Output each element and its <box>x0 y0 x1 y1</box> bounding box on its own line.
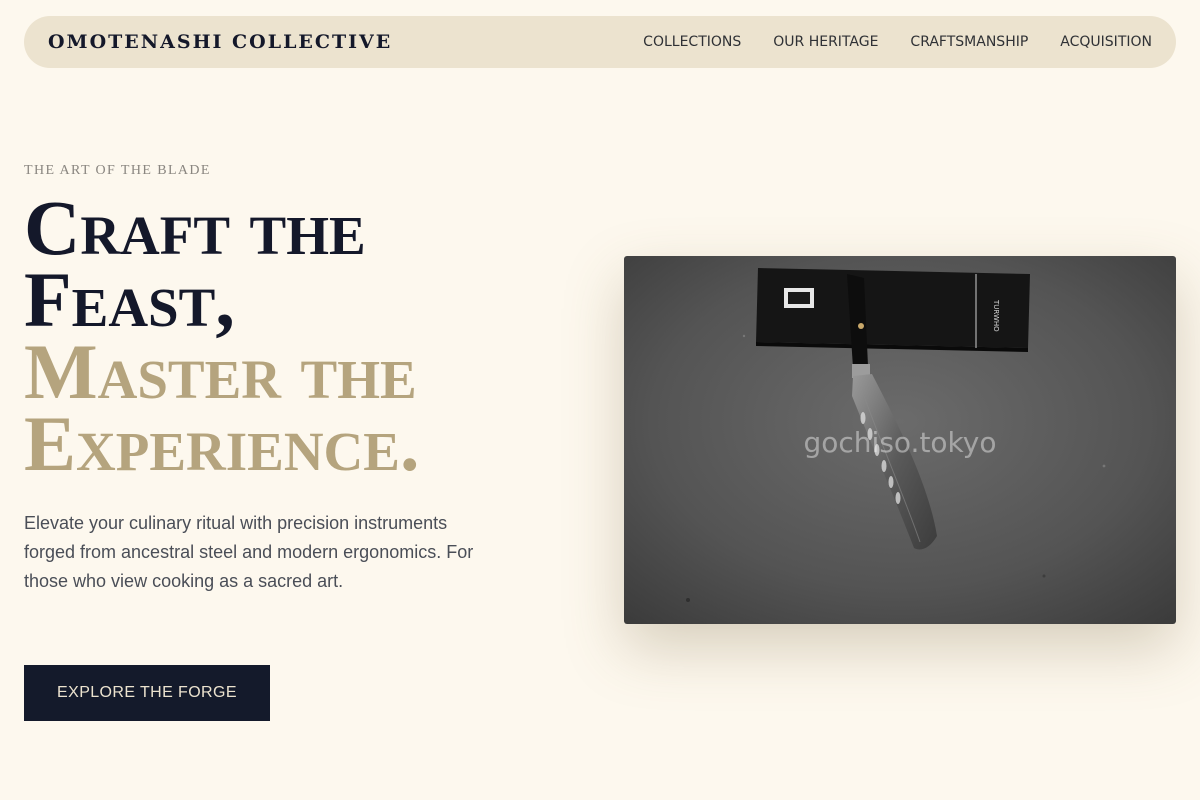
nav-link-craftsmanship[interactable]: CRAFTSMANSHIP <box>910 34 1028 50</box>
box-brand-label: TURWHO <box>992 299 1000 332</box>
hero-eyebrow: THE ART OF THE BLADE <box>24 163 211 178</box>
primary-nav: COLLECTIONS OUR HERITAGE CRAFTSMANSHIP A… <box>643 34 1152 50</box>
headline-accent-line-1: Master the <box>24 328 417 415</box>
hero-product-image: TURWHO gochiso.tokyo <box>624 256 1176 624</box>
santoku-knife-photo: TURWHO <box>624 256 1176 624</box>
nav-link-collections[interactable]: COLLECTIONS <box>643 34 741 50</box>
hero-headline: Craft the Feast, Master the Experience. <box>24 184 584 487</box>
headline-line-2: Feast, <box>24 256 235 343</box>
explore-forge-button[interactable]: EXPLORE THE FORGE <box>24 665 270 721</box>
top-navbar: OMOTENASHI COLLECTIVE COLLECTIONS OUR HE… <box>24 16 1176 68</box>
nav-link-acquisition[interactable]: ACQUISITION <box>1060 34 1152 50</box>
hero-description: Elevate your culinary ritual with precis… <box>24 513 474 591</box>
headline-accent-line-2: Experience. <box>24 400 420 487</box>
nav-link-our-heritage[interactable]: OUR HERITAGE <box>773 34 878 50</box>
brand-logo[interactable]: OMOTENASHI COLLECTIVE <box>48 31 392 53</box>
headline-line-1: Craft the <box>24 184 366 271</box>
knife-box: TURWHO <box>756 268 1030 352</box>
